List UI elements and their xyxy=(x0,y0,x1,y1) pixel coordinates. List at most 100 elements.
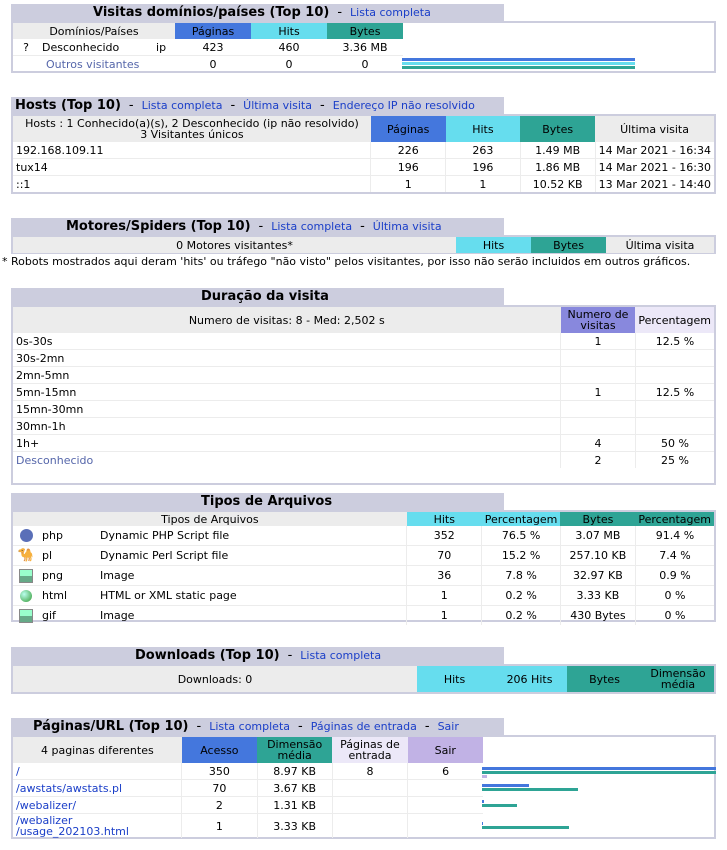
perl-camel-icon: 🐪 xyxy=(17,548,35,563)
table-row: ::1 1 1 10.52 KB 13 Mar 2021 - 14:40 xyxy=(13,175,714,192)
hosts-summary-line2: 3 Visitantes únicos xyxy=(140,128,244,141)
domain-pages: 423 xyxy=(175,39,251,56)
filetypes-table-box: Tipos de Arquivos Hits Percentagem Bytes… xyxy=(11,510,716,625)
pages-col-entry: Páginas de entrada xyxy=(332,737,408,763)
host-pages: 1 xyxy=(370,175,446,192)
pages-col-access: Acesso xyxy=(181,737,258,763)
filetype-hits: 1 xyxy=(406,605,482,625)
hosts-col-last: Última visita xyxy=(595,116,714,142)
table-row: png Image 36 7.8 % 32.97 KB 0.9 % xyxy=(13,565,714,586)
filetypes-section: Tipos de Arquivos Tipos de Arquivos Hits… xyxy=(11,493,716,625)
page-avg: 3.67 KB xyxy=(256,779,333,797)
domains-full-list-link[interactable]: Lista completa xyxy=(350,6,431,19)
host-pages: 226 xyxy=(370,142,446,159)
downloads-col-avg: Dimensão média xyxy=(642,666,714,692)
filetype-desc: Image xyxy=(100,609,135,622)
pages-full-list-link[interactable]: Lista completa xyxy=(209,720,290,733)
duration-count xyxy=(560,400,636,418)
page-root-size-bar xyxy=(482,771,716,774)
hosts-header: Hosts (Top 10) - Lista completa - Última… xyxy=(11,97,504,114)
table-row: 30s-2mn xyxy=(13,349,714,367)
other-bytes: 0 xyxy=(361,57,369,71)
hosts-last-visit-link[interactable]: Última visita xyxy=(243,99,312,112)
filetype-bytes: 257.10 KB xyxy=(559,545,636,566)
domain-bytes-bar xyxy=(402,66,635,69)
host-name: ::1 xyxy=(16,177,31,191)
duration-unknown-link[interactable]: Desconhecido xyxy=(16,454,93,467)
downloads-full-list-link[interactable]: Lista completa xyxy=(300,649,381,662)
hosts-full-list-link[interactable]: Lista completa xyxy=(142,99,223,112)
hosts-col-pages: Páginas xyxy=(370,116,446,142)
host-hits: 1 xyxy=(445,175,521,192)
page-avg: 1.31 KB xyxy=(256,796,333,814)
filetype-percent: 0.2 % xyxy=(481,605,561,625)
page-root-access-bar xyxy=(482,767,716,770)
domains-col-name: Domínios/Países xyxy=(13,23,175,39)
page-url-link[interactable]: / xyxy=(16,765,20,778)
host-bytes: 1.49 MB xyxy=(519,142,596,159)
page-access: 70 xyxy=(181,779,258,797)
pages-exit-link[interactable]: Sair xyxy=(438,720,459,733)
other-hits: 0 xyxy=(285,57,293,71)
domain-pages-bar xyxy=(402,58,635,61)
host-bytes: 1.86 MB xyxy=(519,158,596,176)
robots-full-list-link[interactable]: Lista completa xyxy=(271,220,352,233)
pages-summary: 4 paginas diferentes xyxy=(13,737,182,763)
domains-col-pages: Páginas xyxy=(175,23,251,39)
page-url-link[interactable]: /awstats/awstats.pl xyxy=(16,782,122,795)
duration-range: 15mn-30mn xyxy=(13,400,561,418)
duration-table: Numero de visitas: 8 - Med: 2,502 s Nume… xyxy=(13,307,714,468)
pages-table-box: 4 paginas diferentes Acesso Dimensão méd… xyxy=(11,735,716,839)
page-avg: 3.33 KB xyxy=(256,813,333,838)
other-visitors-label[interactable]: Outros visitantes xyxy=(46,58,139,71)
filetype-bytes: 3.07 MB xyxy=(559,526,636,546)
page-awstats-size-bar xyxy=(482,788,578,791)
table-row: 30mn-1h xyxy=(13,417,714,435)
filetype-percent2: 7.4 % xyxy=(634,545,714,566)
robots-note: * Robots mostrados aqui deram 'hits' ou … xyxy=(2,255,691,268)
duration-table-box: Numero de visitas: 8 - Med: 2,502 s Nume… xyxy=(11,305,716,485)
pages-col-exit: Sair xyxy=(407,737,483,763)
table-row: / 350 8.97 KB 8 6 xyxy=(13,763,483,780)
duration-percent xyxy=(634,400,714,418)
host-bytes: 10.52 KB xyxy=(519,175,596,192)
robots-col-last: Última visita xyxy=(606,237,714,253)
domains-table-box: Domínios/Países Páginas Hits Bytes ? Des… xyxy=(11,21,716,73)
duration-range: 5mn-15mn xyxy=(13,383,561,401)
hosts-summary: Hosts : 1 Conhecido(a)(s), 2 Desconhecid… xyxy=(13,116,371,142)
table-row: tux14 196 196 1.86 MB 14 Mar 2021 - 16:3… xyxy=(13,158,714,176)
page-usage-access-bar xyxy=(482,822,483,825)
domains-col-bytes: Bytes xyxy=(327,23,403,39)
duration-count: 4 xyxy=(560,434,636,452)
filetypes-col-percent: Percentagem xyxy=(481,512,561,526)
downloads-col-hits: Hits xyxy=(417,666,492,692)
filetype-percent: 7.8 % xyxy=(481,565,561,586)
pages-entry-link[interactable]: Páginas de entrada xyxy=(311,720,417,733)
duration-percent: 25 % xyxy=(634,451,714,468)
filetype-percent2: 0.9 % xyxy=(634,565,714,586)
page-exit xyxy=(407,796,483,814)
filetype-ext: html xyxy=(39,585,97,606)
filetype-percent2: 0 % xyxy=(634,605,714,625)
filetype-bytes: 430 Bytes xyxy=(559,605,636,625)
hosts-unresolved-ip-link[interactable]: Endereço IP não resolvido xyxy=(333,99,475,112)
filetypes-col-percent2: Percentagem xyxy=(635,512,714,526)
filetype-ext: pl xyxy=(39,545,97,566)
hosts-col-hits: Hits xyxy=(445,116,521,142)
filetypes-title: Tipos de Arquivos xyxy=(201,494,333,509)
duration-range: 1h+ xyxy=(13,434,561,452)
domain-code: ip xyxy=(153,39,175,56)
host-last-visit: 14 Mar 2021 - 16:34 xyxy=(594,142,714,159)
table-row: 🐪 pl Dynamic Perl Script file 70 15.2 % … xyxy=(13,545,714,566)
page-url-link[interactable]: /webalizer/ xyxy=(16,799,76,812)
duration-count: 1 xyxy=(560,383,636,401)
robots-last-visit-link[interactable]: Última visita xyxy=(373,220,442,233)
page-url-link-cont[interactable]: /usage_202103.html xyxy=(16,826,178,837)
downloads-header: Downloads (Top 10) - Lista completa xyxy=(11,647,504,664)
page-access: 2 xyxy=(181,796,258,814)
other-pages: 0 xyxy=(209,57,217,71)
domains-table: Domínios/Países Páginas Hits Bytes ? Des… xyxy=(13,23,403,72)
duration-percent: 12.5 % xyxy=(634,383,714,401)
robots-summary: 0 Motores visitantes* xyxy=(13,237,456,253)
table-row: /webalizer /usage_202103.html 1 3.33 KB xyxy=(13,813,483,838)
